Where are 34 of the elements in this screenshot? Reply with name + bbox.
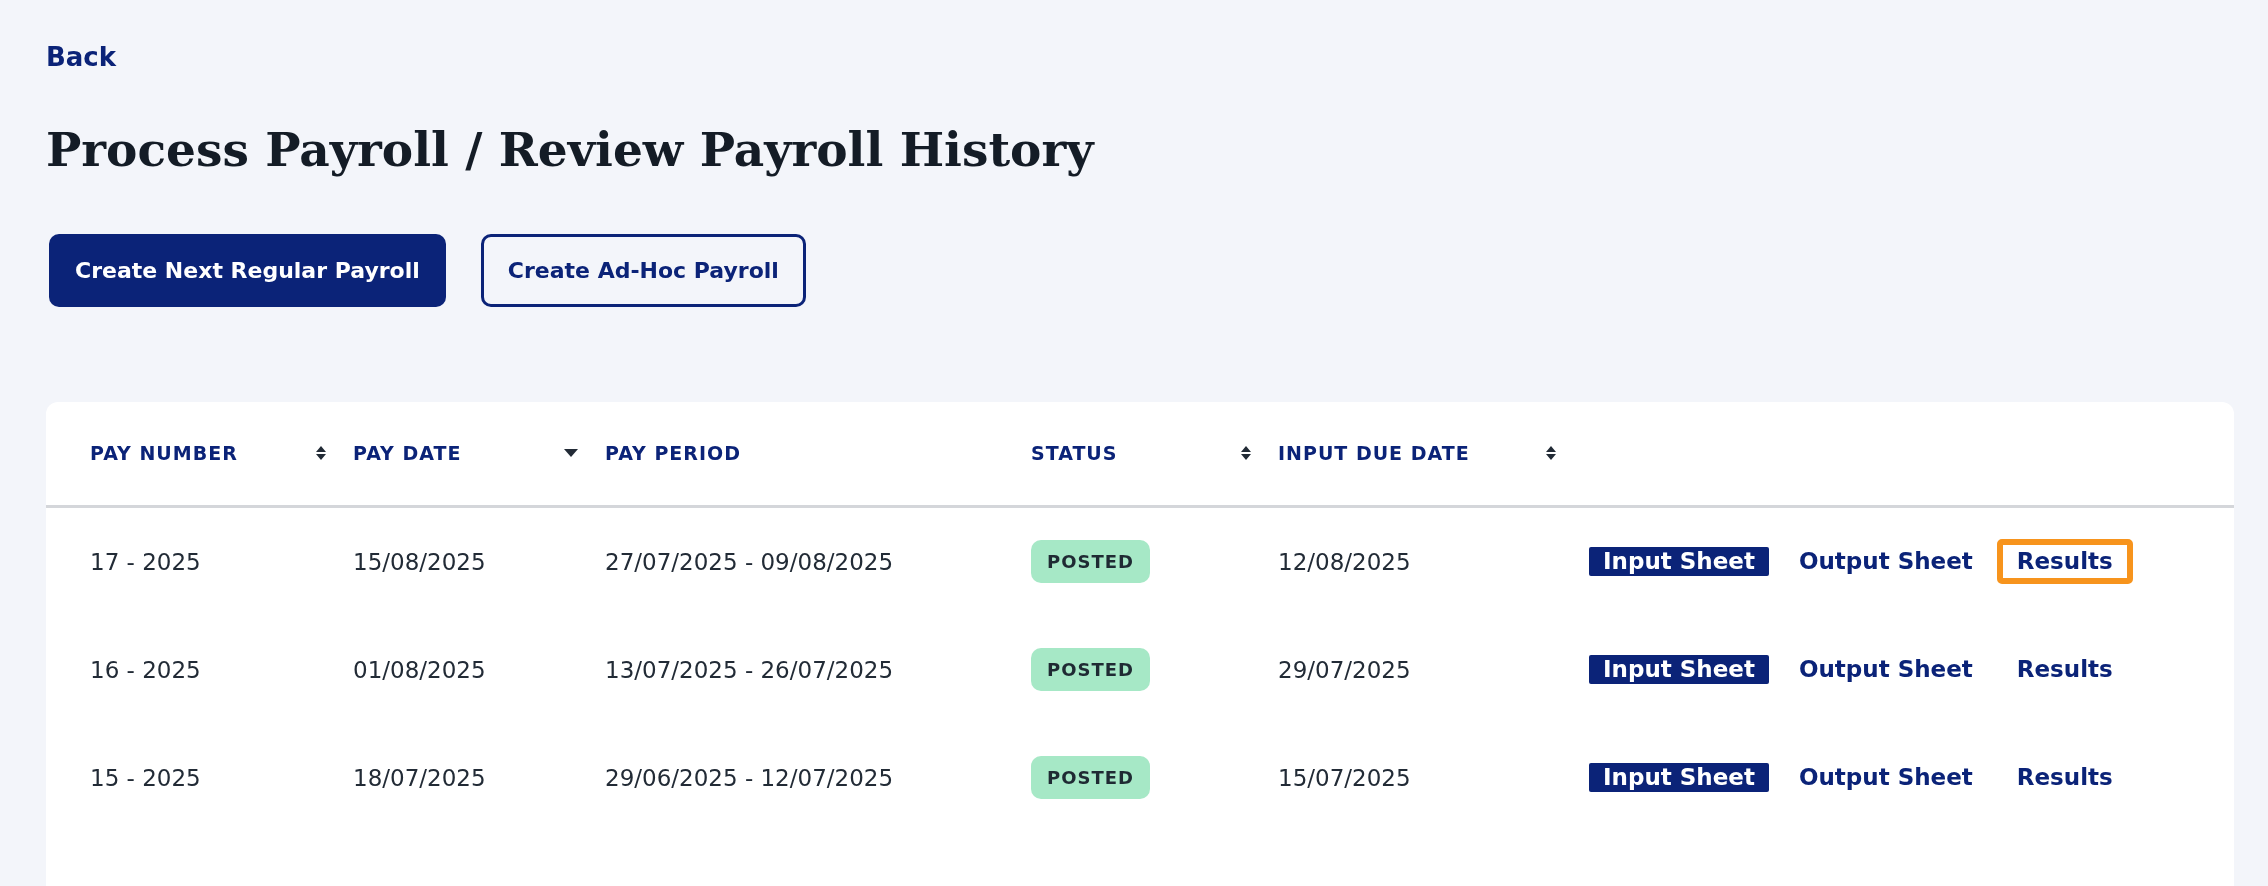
back-link[interactable]: Back — [46, 38, 117, 77]
sheet-link[interactable]: Results — [1996, 539, 2133, 585]
status-badge: POSTED — [1031, 756, 1150, 800]
sheet-link[interactable]: Output Sheet — [1778, 755, 1993, 801]
sheet-link[interactable]: Output Sheet — [1778, 647, 1993, 693]
column-header[interactable]: INPUT DUE DATE — [1278, 439, 1470, 468]
column-header[interactable]: PAY NUMBER — [90, 439, 238, 468]
sheet-link[interactable]: Results — [1996, 647, 2133, 693]
table-cell-text: 17 - 2025 — [90, 547, 201, 577]
table-cell-text: 12/08/2025 — [1278, 547, 1411, 577]
table-cell-text: 15/07/2025 — [1278, 763, 1411, 793]
column-header[interactable]: PAY PERIOD — [605, 439, 741, 468]
sheet-link[interactable]: Output Sheet — [1778, 539, 1993, 585]
table-cell-text: 29/07/2025 — [1278, 655, 1411, 685]
sheet-link[interactable]: Results — [1996, 755, 2133, 801]
table-cell-text: 15/08/2025 — [353, 547, 486, 577]
table-cell-text: 29/06/2025 - 12/07/2025 — [605, 763, 894, 793]
status-badge: POSTED — [1031, 648, 1150, 692]
sort-icon[interactable] — [1545, 445, 1557, 462]
create-regular-payroll-button[interactable]: Create Next Regular Payroll — [49, 233, 446, 307]
table-cell-text: 27/07/2025 - 09/08/2025 — [605, 547, 894, 577]
table-cell-text: 01/08/2025 — [353, 655, 486, 685]
status-badge: POSTED — [1031, 540, 1150, 584]
page-title: Process Payroll / Review Payroll History — [46, 121, 1096, 179]
create-ad-hoc-payroll-button[interactable]: Create Ad-Hoc Payroll — [480, 233, 806, 307]
sort-descending-icon[interactable] — [563, 448, 579, 459]
table-cell-text: 15 - 2025 — [90, 763, 201, 793]
column-header[interactable]: PAY DATE — [353, 439, 462, 468]
table-cell-text: 18/07/2025 — [353, 763, 486, 793]
table-cell-text: 13/07/2025 - 26/07/2025 — [605, 655, 894, 685]
sort-icon[interactable] — [315, 445, 327, 462]
table-cell-text: 16 - 2025 — [90, 655, 201, 685]
sort-icon[interactable] — [1240, 445, 1252, 462]
column-header[interactable]: STATUS — [1031, 439, 1118, 468]
